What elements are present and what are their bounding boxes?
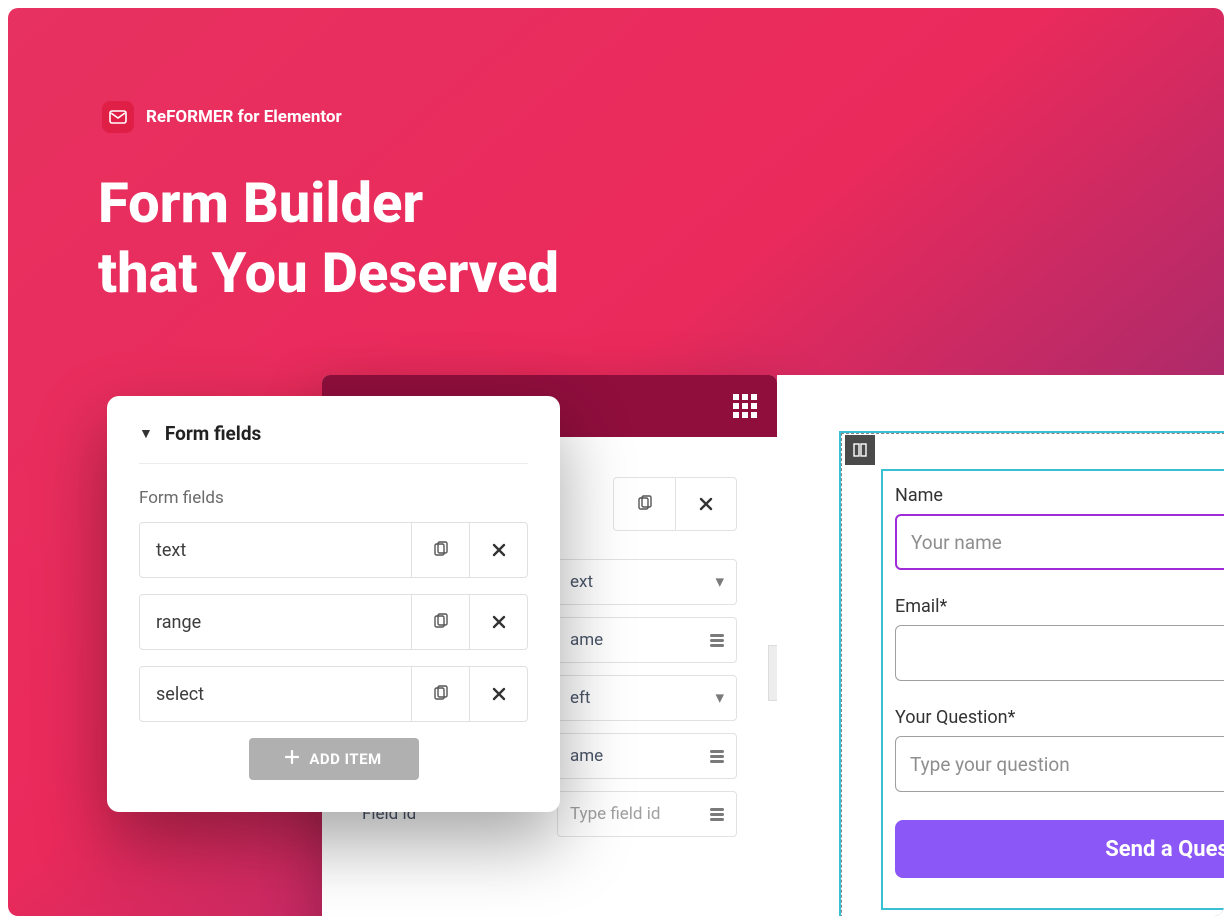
card-header[interactable]: ▼ Form fields — [139, 422, 528, 464]
label-input-value: ame — [570, 746, 603, 766]
chevron-down-icon: ▾ — [715, 572, 724, 592]
chevron-down-icon: ▾ — [715, 688, 724, 708]
field-id-placeholder: Type field id — [570, 804, 660, 824]
submit-button[interactable]: Send a Ques — [895, 820, 1224, 878]
type-select[interactable]: ext ▾ — [557, 559, 737, 605]
align-select[interactable]: eft ▾ — [557, 675, 737, 721]
database-icon — [710, 808, 724, 821]
mail-icon — [102, 101, 134, 133]
field-item[interactable]: text — [139, 522, 528, 578]
align-select-value: eft — [570, 688, 591, 708]
hero-title-line1: Form Builder — [98, 168, 559, 238]
chevron-down-icon: ▼ — [139, 425, 153, 442]
brand: ReFORMER for Elementor — [102, 101, 342, 133]
field-item[interactable]: range — [139, 594, 528, 650]
name-input-preview[interactable]: Your name — [895, 514, 1224, 570]
question-input-preview[interactable]: Type your question — [895, 736, 1224, 792]
card-heading: Form fields — [165, 422, 261, 445]
form-preview-canvas: Name Your name Email* Your Question* Typ… — [777, 375, 1224, 916]
submit-label: Send a Ques — [1105, 837, 1224, 862]
field-item-label: select — [139, 666, 412, 722]
duplicate-button[interactable] — [412, 666, 470, 722]
field-item-label: text — [139, 522, 412, 578]
apps-grid-icon[interactable] — [733, 394, 757, 418]
hero-title: Form Builder that You Deserved — [98, 168, 559, 308]
remove-button[interactable] — [470, 666, 528, 722]
hero-banner: ReFORMER for Elementor Form Builder that… — [8, 8, 1224, 916]
duplicate-button[interactable] — [412, 594, 470, 650]
add-item-label: ADD ITEM — [309, 750, 381, 768]
widget-drag-handle[interactable] — [845, 435, 875, 465]
name-input[interactable]: ame — [557, 617, 737, 663]
form-fields-card: ▼ Form fields Form fields text range sel… — [107, 396, 560, 812]
add-item-button[interactable]: ADD ITEM — [249, 738, 419, 780]
label-input[interactable]: ame — [557, 733, 737, 779]
remove-button[interactable] — [675, 477, 737, 531]
field-item-label: range — [139, 594, 412, 650]
field-id-input[interactable]: Type field id — [557, 791, 737, 837]
duplicate-button[interactable] — [412, 522, 470, 578]
database-icon — [710, 750, 724, 763]
remove-button[interactable] — [470, 594, 528, 650]
remove-button[interactable] — [470, 522, 528, 578]
hero-title-line2: that You Deserved — [98, 238, 559, 308]
field-label-email: Email* — [895, 596, 1224, 617]
email-input-preview[interactable] — [895, 625, 1224, 681]
plus-icon — [285, 750, 299, 768]
field-label-question: Your Question* — [895, 707, 1224, 728]
form-widget[interactable]: Name Your name Email* Your Question* Typ… — [881, 469, 1224, 910]
brand-name: ReFORMER for Elementor — [146, 107, 342, 127]
type-select-value: ext — [570, 572, 593, 592]
card-subtitle: Form fields — [139, 488, 528, 508]
field-item[interactable]: select — [139, 666, 528, 722]
name-input-value: ame — [570, 630, 603, 650]
duplicate-button[interactable] — [613, 477, 675, 531]
database-icon — [710, 634, 724, 647]
question-placeholder: Type your question — [910, 753, 1070, 776]
name-placeholder: Your name — [911, 531, 1002, 554]
field-label-name: Name — [895, 485, 1224, 506]
